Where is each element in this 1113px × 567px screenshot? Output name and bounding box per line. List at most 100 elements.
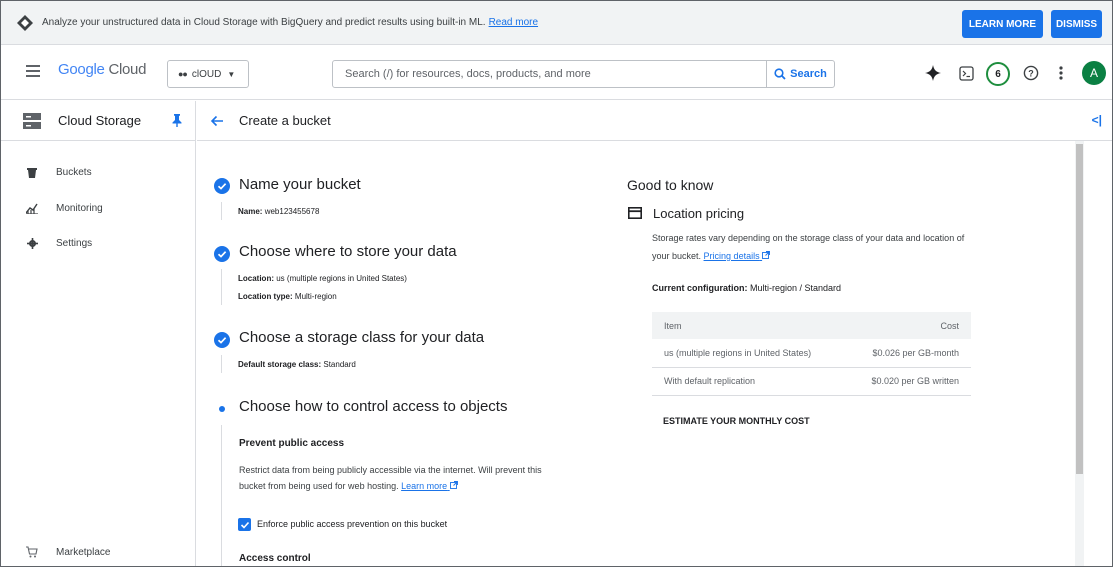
sidebar-item-label: Monitoring <box>56 202 103 214</box>
sidebar-title: Cloud Storage <box>58 113 142 128</box>
step-title-location[interactable]: Choose where to store your data <box>239 243 457 260</box>
pricing-details-label: Pricing details <box>703 251 760 261</box>
enforce-public-access-label[interactable]: Enforce public access prevention on this… <box>257 519 447 529</box>
detail-value: us (multiple regions in United States) <box>276 274 407 283</box>
browser-frame: Analyze your unstructured data in Cloud … <box>0 0 1113 567</box>
access-control-heading: Access control <box>239 553 311 564</box>
detail-key: Default storage class: <box>238 360 322 369</box>
scrollbar-thumb[interactable] <box>1076 144 1083 474</box>
bucket-icon <box>26 166 38 178</box>
search-button[interactable]: Search <box>766 61 834 87</box>
detail-value: Standard <box>323 360 356 369</box>
detail-value: Multi-region <box>294 292 337 301</box>
cloud-shell-icon[interactable] <box>956 63 976 83</box>
chevron-down-icon: ▼ <box>227 69 236 79</box>
step-title-access-control[interactable]: Choose how to control access to objects <box>239 398 507 415</box>
active-step-dot <box>219 406 225 412</box>
back-arrow-icon[interactable] <box>209 113 225 129</box>
table-header-row: Item Cost <box>652 312 971 339</box>
banner-read-more-link[interactable]: Read more <box>489 17 538 28</box>
help-icon[interactable]: ? <box>1021 63 1041 83</box>
monitoring-icon <box>26 202 38 214</box>
more-vert-icon[interactable] <box>1051 63 1071 83</box>
step-detail: Location: us (multiple regions in United… <box>238 274 407 283</box>
table-cell-cost: $0.026 per GB-month <box>845 339 971 368</box>
logo-cloud-text: Cloud <box>108 61 147 78</box>
sidebar-item-label: Buckets <box>56 166 92 178</box>
check-circle-icon <box>214 246 230 262</box>
step-title-name[interactable]: Name your bucket <box>239 176 361 193</box>
column-header-cost: Cost <box>845 312 971 339</box>
description-text: Restrict data from being publicly access… <box>239 465 542 491</box>
table-row: us (multiple regions in United States) $… <box>652 339 971 368</box>
avatar[interactable]: A <box>1082 61 1106 85</box>
pin-icon[interactable] <box>172 114 182 127</box>
learn-more-button[interactable]: LEARN MORE <box>962 10 1043 38</box>
notifications-badge[interactable]: 6 <box>986 62 1010 86</box>
table-cell-item: With default replication <box>652 367 846 396</box>
prevent-public-access-description: Restrict data from being publicly access… <box>239 462 569 494</box>
gemini-spark-icon[interactable] <box>923 63 943 83</box>
cart-icon <box>26 546 38 558</box>
pricing-card-icon <box>628 207 642 219</box>
check-circle-icon <box>214 332 230 348</box>
collapse-panel-icon[interactable]: <| <box>1092 113 1102 127</box>
detail-key: Name: <box>238 207 263 216</box>
sidebar-item-buckets[interactable]: Buckets <box>1 158 196 186</box>
prevent-public-access-heading: Prevent public access <box>239 438 345 449</box>
step-connector <box>221 269 222 305</box>
pricing-table: Item Cost us (multiple regions in United… <box>652 312 971 396</box>
logo-google-text: Google <box>58 61 105 78</box>
pricing-details-link[interactable]: Pricing details <box>704 251 771 261</box>
dismiss-button[interactable]: DISMISS <box>1051 10 1102 38</box>
location-pricing-title: Location pricing <box>653 206 745 221</box>
step-connector <box>221 355 222 373</box>
learn-more-link[interactable]: Learn more <box>401 481 458 491</box>
page-header: Create a bucket <| <box>197 101 1112 141</box>
step-detail: Name: web123455678 <box>238 207 319 216</box>
detail-value: web123455678 <box>264 207 320 216</box>
google-cloud-logo[interactable]: Google Cloud <box>58 61 146 78</box>
search-bar[interactable]: Search (/) for resources, docs, products… <box>332 60 835 88</box>
sidebar: Cloud Storage Buckets Monitoring Setting… <box>1 101 196 566</box>
learn-more-label: Learn more <box>401 481 448 491</box>
location-pricing-description: Storage rates vary depending on the stor… <box>652 229 982 265</box>
sidebar-item-settings[interactable]: Settings <box>1 229 196 257</box>
project-selector[interactable]: ●● clOUD ▼ <box>167 60 249 88</box>
table-row: With default replication $0.020 per GB w… <box>652 367 971 396</box>
banner-text: Analyze your unstructured data in Cloud … <box>42 17 486 28</box>
search-input[interactable]: Search (/) for resources, docs, products… <box>345 68 766 80</box>
good-to-know-title: Good to know <box>627 177 714 193</box>
sidebar-item-label: Settings <box>56 237 93 249</box>
detail-key: Location: <box>238 274 274 283</box>
detail-key: Location type: <box>238 292 293 301</box>
step-detail: Default storage class: Standard <box>238 360 356 369</box>
cloud-storage-icon <box>23 112 41 129</box>
svg-text:?: ? <box>1028 69 1034 79</box>
check-circle-icon <box>214 178 230 194</box>
menu-icon[interactable] <box>26 65 40 79</box>
sidebar-item-label: Marketplace <box>56 546 111 558</box>
column-header-item: Item <box>652 312 846 339</box>
step-title-storage-class[interactable]: Choose a storage class for your data <box>239 329 484 346</box>
current-configuration: Current configuration: Multi-region / St… <box>652 283 841 293</box>
enforce-public-access-checkbox[interactable] <box>238 518 251 531</box>
promo-banner: Analyze your unstructured data in Cloud … <box>1 1 1112 45</box>
checkmark-icon <box>240 521 249 529</box>
search-button-label: Search <box>790 68 827 80</box>
top-header: Google Cloud ●● clOUD ▼ Search (/) for r… <box>1 45 1112 100</box>
external-link-icon <box>762 251 771 259</box>
gear-icon <box>26 237 38 249</box>
table-cell-item: us (multiple regions in United States) <box>652 339 846 368</box>
page-title: Create a bucket <box>239 113 331 128</box>
step-detail: Location type: Multi-region <box>238 292 337 301</box>
search-icon <box>774 68 786 80</box>
estimate-monthly-cost-button[interactable]: ESTIMATE YOUR MONTHLY COST <box>663 416 810 426</box>
table-cell-cost: $0.020 per GB written <box>845 367 971 396</box>
sidebar-item-marketplace[interactable]: Marketplace <box>1 538 196 566</box>
sidebar-item-monitoring[interactable]: Monitoring <box>1 194 196 222</box>
current-config-label: Current configuration: <box>652 283 748 293</box>
project-dots-icon: ●● <box>178 69 188 79</box>
pricing-text: Storage rates vary depending on the stor… <box>652 233 965 261</box>
project-name: clOUD <box>191 68 222 80</box>
